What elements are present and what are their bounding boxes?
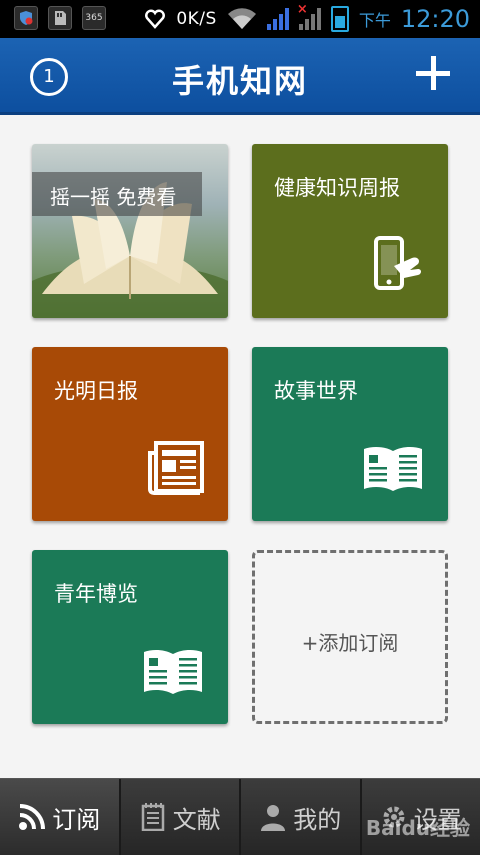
tile-label: 故事世界: [274, 375, 358, 405]
nav-mine[interactable]: 我的: [239, 779, 360, 855]
add-subscription-tile[interactable]: +添加订阅: [252, 550, 448, 724]
nav-label: 我的: [293, 800, 341, 835]
tile-label: 青年博览: [54, 578, 138, 608]
page-title: 手机知网: [0, 56, 480, 102]
nav-literature[interactable]: 文献: [119, 779, 240, 855]
tile-label: 摇一摇 免费看: [50, 181, 176, 210]
tile-shake-free-read[interactable]: 摇一摇 免费看: [32, 144, 228, 318]
tile-health-weekly[interactable]: 健康知识周报: [252, 144, 448, 318]
open-book-photo: [32, 144, 228, 318]
open-book-icon: [362, 443, 424, 495]
status-time: 12:20: [401, 5, 470, 33]
document-icon: [139, 803, 167, 831]
watermark: Baidu经验: [366, 812, 470, 841]
add-subscription-label: +添加订阅: [255, 627, 445, 656]
shake-label-band: 摇一摇 免费看: [32, 172, 202, 216]
user-icon: [259, 803, 287, 831]
status-bar: 365 0K/S × 下午 12:20: [0, 0, 480, 38]
network-speed: 0K/S: [176, 9, 216, 29]
tile-guangming-daily[interactable]: 光明日报: [32, 347, 228, 521]
status-system-icons: 0K/S × 下午 12:20: [144, 4, 470, 34]
signal-no-sim-icon: ×: [299, 8, 321, 30]
open-book-icon: [142, 646, 204, 698]
phone-hand-icon: [372, 236, 424, 292]
nav-label: 文献: [173, 800, 221, 835]
signal-icon: [267, 8, 289, 30]
battery-icon: [331, 6, 349, 32]
tile-youth-digest[interactable]: 青年博览: [32, 550, 228, 724]
tile-label: 健康知识周报: [274, 172, 400, 202]
status-am-pm: 下午: [359, 7, 391, 31]
tile-story-world[interactable]: 故事世界: [252, 347, 448, 521]
nav-label: 订阅: [52, 800, 100, 835]
vpn-heart-icon: [144, 8, 166, 30]
nav-subscribe[interactable]: 订阅: [0, 779, 119, 855]
tile-label: 光明日报: [54, 375, 138, 405]
rss-icon: [18, 803, 46, 831]
newspaper-icon: [148, 441, 204, 495]
bottom-nav: 订阅 文献 我的 设置 Baidu经验: [0, 778, 480, 855]
sd-card-icon: [48, 6, 72, 30]
add-icon[interactable]: [416, 56, 450, 90]
status-notification-icons: 365: [14, 6, 106, 30]
shield-alert-icon: [14, 6, 38, 30]
wifi-icon: [227, 8, 257, 30]
app-365-icon: 365: [82, 6, 106, 30]
app-header: 1 手机知网: [0, 38, 480, 115]
